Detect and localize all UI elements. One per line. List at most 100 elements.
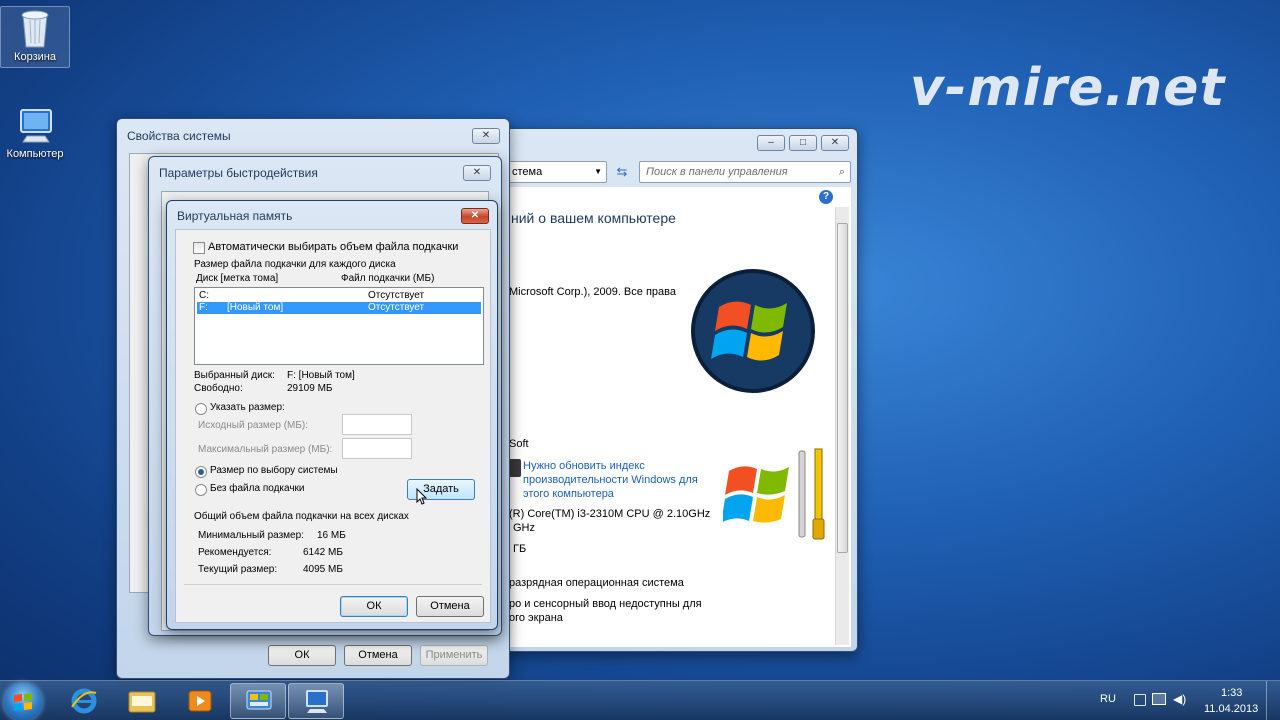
taskbar-explorer[interactable] bbox=[114, 683, 170, 719]
language-indicator[interactable]: RU bbox=[1100, 693, 1116, 705]
window-title: Свойства системы bbox=[127, 129, 231, 143]
performance-index-icon bbox=[509, 459, 521, 477]
refresh-icon[interactable]: ⇆ bbox=[611, 162, 633, 182]
close-button[interactable]: ✕ bbox=[461, 208, 489, 224]
desktop-icon-label: Компьютер bbox=[6, 148, 64, 160]
cancel-button[interactable]: Отмена bbox=[344, 645, 412, 666]
no-paging-radio[interactable] bbox=[195, 484, 207, 496]
start-button[interactable] bbox=[4, 683, 42, 720]
window-title: Параметры быстродействия bbox=[159, 166, 318, 180]
system-managed-label[interactable]: Размер по выбору системы bbox=[210, 465, 338, 476]
desktop-icon-label: Корзина bbox=[14, 51, 56, 63]
initial-size-label: Исходный размер (МБ): bbox=[198, 420, 309, 431]
desktop-icon-computer[interactable]: Компьютер bbox=[0, 106, 70, 160]
show-desktop-button[interactable] bbox=[1266, 681, 1280, 720]
pen-touch-text: ро и сенсорный ввод недоступны для bbox=[509, 598, 702, 610]
search-input[interactable]: Поиск в панели управления ⌕ bbox=[639, 161, 851, 183]
taskbar-control-panel[interactable] bbox=[230, 683, 286, 719]
update-index-link-text: Нужно обновить индекс производительности… bbox=[523, 460, 698, 500]
selected-disk-label: Выбранный диск: bbox=[194, 370, 275, 381]
drive-row-f[interactable]: F: [Новый том] Отсутствует bbox=[197, 302, 481, 314]
content-area: ? ний о вашем компьютере Microsoft Corp.… bbox=[501, 187, 851, 647]
address-bar[interactable]: стема ▼ bbox=[505, 161, 607, 183]
scrollbar[interactable] bbox=[835, 207, 849, 645]
total-heading: Общий объем файла подкачки на всех диска… bbox=[194, 511, 409, 522]
processor-text: (R) Core(TM) i3-2310M CPU @ 2.10GHz bbox=[509, 508, 711, 520]
drive-row-c[interactable]: C: Отсутствует bbox=[197, 290, 481, 302]
separator bbox=[184, 584, 482, 585]
close-button[interactable]: ✕ bbox=[472, 128, 500, 144]
chevron-down-icon[interactable]: ▼ bbox=[594, 162, 602, 182]
control-panel-window: – □ ✕ стема ▼ ⇆ Поиск в панели управлени… bbox=[490, 128, 858, 652]
computer-icon bbox=[20, 109, 52, 143]
section-label: Размер файла подкачки для каждого диска bbox=[194, 259, 396, 270]
free-space-value: 29109 МБ bbox=[287, 383, 333, 394]
taskbar-system-properties[interactable] bbox=[288, 683, 344, 719]
selected-disk-value: F: [Новый том] bbox=[287, 370, 355, 381]
drive-letter: F: bbox=[199, 302, 208, 313]
minimize-button[interactable]: – bbox=[757, 135, 785, 151]
internet-explorer-icon bbox=[71, 688, 97, 714]
desktop-icon-recycle-bin[interactable]: Корзина bbox=[0, 6, 70, 68]
system-properties-icon bbox=[306, 690, 328, 713]
clock-time[interactable]: 1:33 bbox=[1221, 687, 1242, 699]
taskbar-media-player[interactable] bbox=[172, 683, 228, 719]
media-player-icon bbox=[188, 690, 212, 712]
initial-size-input[interactable] bbox=[342, 414, 412, 435]
ok-button[interactable]: ОК bbox=[340, 596, 408, 617]
address-text: стема bbox=[512, 166, 543, 178]
os-type-text: разрядная операционная система bbox=[509, 577, 684, 589]
dialog-body: Автоматически выбирать объем файла подка… bbox=[175, 229, 491, 623]
windows-logo bbox=[691, 269, 815, 393]
titlebar: Свойства системы bbox=[117, 119, 509, 145]
column-header-disk: Диск [метка тома] bbox=[196, 273, 279, 284]
control-panel-icon bbox=[246, 690, 272, 710]
copyright-text: Microsoft Corp.), 2009. Все права bbox=[509, 286, 676, 298]
custom-size-radio[interactable] bbox=[195, 403, 207, 415]
max-size-label: Максимальный размер (МБ): bbox=[198, 444, 333, 455]
drive-pagefile: Отсутствует bbox=[368, 290, 425, 301]
min-size-label: Минимальный размер: bbox=[198, 530, 304, 541]
virtual-memory-window: Виртуальная память ✕ Автоматически выбир… bbox=[166, 200, 498, 630]
taskbar: RU ◀) 1:33 11.04.2013 bbox=[0, 680, 1280, 720]
search-icon: ⌕ bbox=[838, 166, 845, 178]
scroll-thumb[interactable] bbox=[837, 223, 848, 553]
system-managed-radio[interactable] bbox=[195, 466, 207, 478]
maximize-button[interactable]: □ bbox=[789, 135, 817, 151]
watermark-text: v-mire.net bbox=[910, 58, 1226, 118]
custom-size-label[interactable]: Указать размер: bbox=[210, 402, 285, 413]
update-index-link[interactable]: Нужно обновить индекс производительности… bbox=[523, 459, 713, 501]
windows-start-icon bbox=[14, 693, 32, 711]
ram-text: ГБ bbox=[513, 543, 527, 555]
mouse-cursor-icon bbox=[416, 488, 428, 505]
auto-size-label[interactable]: Автоматически выбирать объем файла подка… bbox=[208, 241, 458, 253]
processor-ghz-text: GHz bbox=[513, 522, 535, 534]
ok-button[interactable]: ОК bbox=[268, 645, 336, 666]
recommended-label: Рекомендуется: bbox=[198, 547, 272, 558]
close-button[interactable]: ✕ bbox=[463, 165, 491, 181]
titlebar: Виртуальная память bbox=[167, 201, 497, 227]
drive-letter: C: bbox=[199, 290, 209, 301]
recycle-bin-icon bbox=[21, 10, 49, 48]
free-space-label: Свободно: bbox=[194, 383, 243, 394]
folder-icon bbox=[128, 691, 156, 713]
no-paging-label[interactable]: Без файла подкачки bbox=[210, 483, 305, 494]
volume-icon[interactable]: ◀) bbox=[1173, 692, 1186, 706]
help-icon[interactable]: ? bbox=[819, 190, 833, 204]
max-size-input[interactable] bbox=[342, 438, 412, 459]
page-heading: ний о вашем компьютере bbox=[511, 210, 676, 226]
action-center-icon[interactable] bbox=[1134, 694, 1146, 706]
drive-pagefile: Отсутствует bbox=[368, 302, 425, 313]
apply-button[interactable]: Применить bbox=[420, 645, 488, 666]
drive-label: [Новый том] bbox=[227, 302, 284, 313]
column-header-file: Файл подкачки (МБ) bbox=[341, 273, 435, 284]
cancel-button[interactable]: Отмена bbox=[416, 596, 484, 617]
close-button[interactable]: ✕ bbox=[821, 135, 849, 151]
network-icon[interactable] bbox=[1152, 693, 1166, 705]
drive-list[interactable]: C: Отсутствует F: [Новый том] Отсутствуе… bbox=[194, 287, 484, 365]
clock-date[interactable]: 11.04.2013 bbox=[1204, 703, 1258, 715]
taskbar-ie[interactable] bbox=[56, 683, 112, 719]
manufacturer-text: Soft bbox=[509, 438, 529, 450]
auto-size-checkbox[interactable] bbox=[193, 242, 205, 254]
windows-tools-icon bbox=[723, 448, 825, 540]
